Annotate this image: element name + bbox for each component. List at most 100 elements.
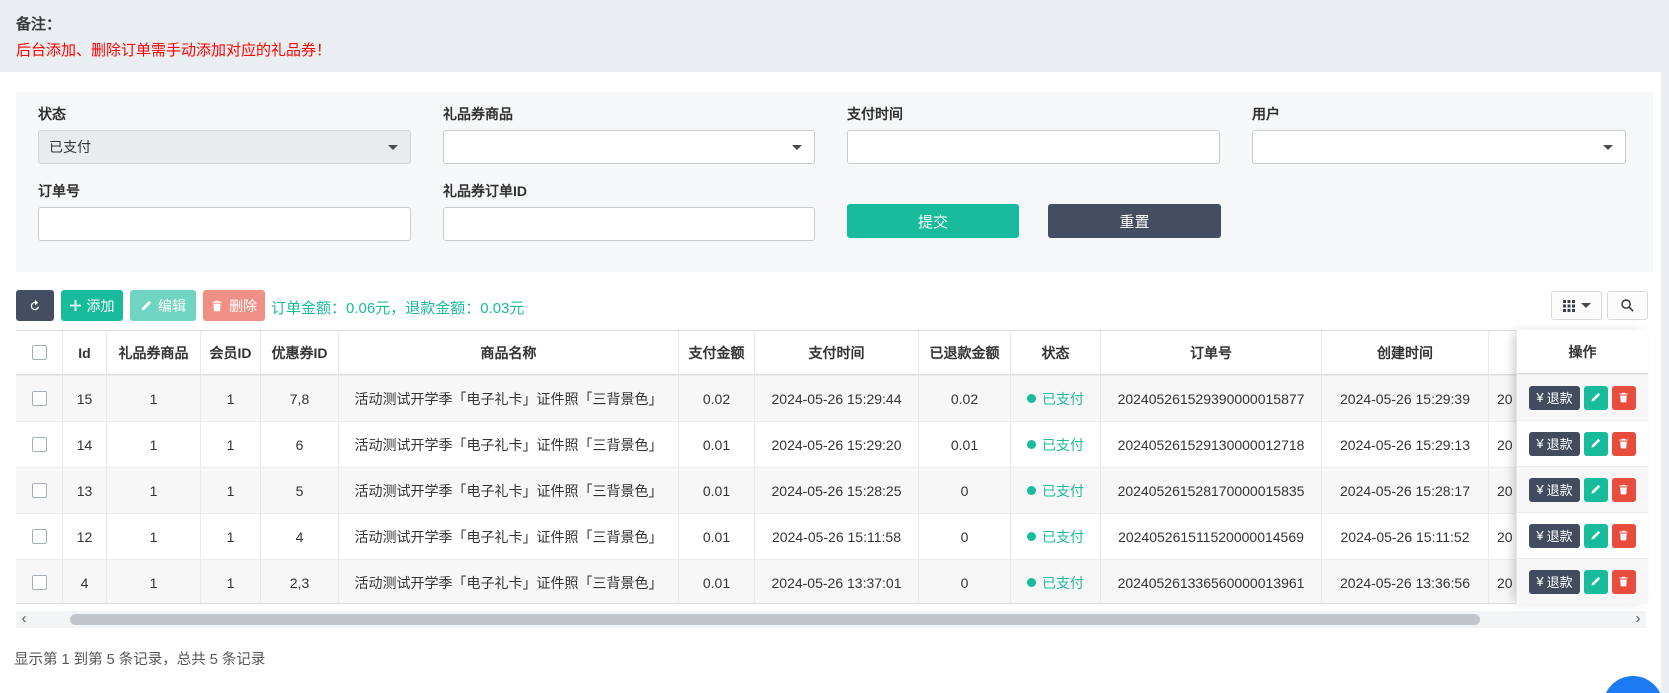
cell-product-name: 活动测试开学季「电子礼卡」证件照「三背景色」 <box>339 468 679 513</box>
row-checkbox[interactable] <box>32 391 47 406</box>
status-badge: 已支付 <box>1042 573 1084 593</box>
row-delete-button[interactable] <box>1612 524 1636 548</box>
refund-button[interactable]: ¥ 退款 <box>1529 524 1579 548</box>
row-checkbox-cell <box>16 468 63 513</box>
row-edit-button[interactable] <box>1584 432 1608 456</box>
trash-icon <box>1618 576 1629 587</box>
yen-icon: ¥ <box>1536 528 1543 543</box>
cell-pay-time: 2024-05-26 15:11:58 <box>755 514 919 559</box>
yen-icon: ¥ <box>1536 390 1543 405</box>
cell-pay-time: 2024-05-26 13:37:01 <box>755 560 919 604</box>
row-checkbox[interactable] <box>32 575 47 590</box>
pencil-icon <box>1590 576 1601 587</box>
row-checkbox[interactable] <box>32 483 47 498</box>
status-badge: 已支付 <box>1042 481 1084 501</box>
column-header-pay-time[interactable]: 支付时间 <box>755 331 919 374</box>
column-header-order-no[interactable]: 订单号 <box>1101 331 1322 374</box>
row-delete-button[interactable] <box>1612 570 1636 594</box>
trash-icon <box>211 300 223 312</box>
table-row[interactable]: 14 1 1 6 活动测试开学季「电子礼卡」证件照「三背景色」 0.01 202… <box>16 421 1646 467</box>
edit-button[interactable]: 编辑 <box>130 290 196 321</box>
status-select[interactable]: 已支付 <box>38 130 411 164</box>
chevron-down-icon <box>388 145 398 150</box>
cell-coupon-id: 2,3 <box>261 560 339 604</box>
refund-button-label: 退款 <box>1547 388 1573 407</box>
refresh-button[interactable] <box>16 290 54 321</box>
horizontal-scrollbar[interactable]: ‹ › <box>16 611 1646 628</box>
row-delete-button[interactable] <box>1612 386 1636 410</box>
order-no-input[interactable] <box>38 207 411 241</box>
row-checkbox-cell <box>16 514 63 559</box>
pay-time-input[interactable] <box>847 130 1220 164</box>
column-header-created[interactable]: 创建时间 <box>1322 331 1489 374</box>
column-header-amount[interactable]: 支付金额 <box>679 331 755 374</box>
row-edit-button[interactable] <box>1584 478 1608 502</box>
scroll-right-arrow[interactable]: › <box>1630 611 1646 628</box>
cell-order-no: 202405261528170000015835 <box>1101 468 1322 513</box>
cell-refunded: 0 <box>919 560 1011 604</box>
column-header-status[interactable]: 状态 <box>1011 331 1101 374</box>
refresh-icon <box>28 299 42 313</box>
table-row[interactable]: 15 1 1 7,8 活动测试开学季「电子礼卡」证件照「三背景色」 0.02 2… <box>16 375 1646 421</box>
refund-button[interactable]: ¥ 退款 <box>1529 386 1579 410</box>
reset-button[interactable]: 重置 <box>1048 204 1221 238</box>
row-delete-button[interactable] <box>1612 432 1636 456</box>
status-dot-icon <box>1027 440 1036 449</box>
cell-status: 已支付 <box>1011 560 1101 604</box>
cell-pay-time: 2024-05-26 15:29:20 <box>755 422 919 467</box>
pencil-icon <box>140 300 152 312</box>
order-no-label: 订单号 <box>38 181 80 201</box>
status-badge: 已支付 <box>1042 435 1084 455</box>
cell-product-id: 1 <box>107 376 201 421</box>
cell-product-id: 1 <box>107 468 201 513</box>
cell-id: 12 <box>63 514 107 559</box>
cell-amount: 0.01 <box>679 514 755 559</box>
ops-row: ¥ 退款 <box>1517 420 1648 466</box>
refund-button[interactable]: ¥ 退款 <box>1529 570 1579 594</box>
cell-product-name: 活动测试开学季「电子礼卡」证件照「三背景色」 <box>339 376 679 421</box>
select-all-checkbox[interactable] <box>32 345 47 360</box>
cell-product-id: 1 <box>107 422 201 467</box>
cell-product-id: 1 <box>107 514 201 559</box>
column-header-member[interactable]: 会员ID <box>201 331 261 374</box>
status-dot-icon <box>1027 532 1036 541</box>
cell-status: 已支付 <box>1011 376 1101 421</box>
row-edit-button[interactable] <box>1584 524 1608 548</box>
add-button[interactable]: 添加 <box>61 290 123 321</box>
delete-button[interactable]: 删除 <box>203 290 265 321</box>
column-header-name[interactable]: 商品名称 <box>339 331 679 374</box>
search-button[interactable] <box>1607 291 1648 320</box>
column-header-product[interactable]: 礼品券商品 <box>107 331 201 374</box>
column-header-ops: 操作 <box>1517 330 1648 374</box>
refund-button[interactable]: ¥ 退款 <box>1529 432 1579 456</box>
table-row[interactable]: 13 1 1 5 活动测试开学季「电子礼卡」证件照「三背景色」 0.01 202… <box>16 467 1646 513</box>
table-row[interactable]: 4 1 1 2,3 活动测试开学季「电子礼卡」证件照「三背景色」 0.01 20… <box>16 559 1646 604</box>
row-edit-button[interactable] <box>1584 570 1608 594</box>
gift-order-id-input[interactable] <box>443 207 815 241</box>
table-row[interactable]: 12 1 1 4 活动测试开学季「电子礼卡」证件照「三背景色」 0.01 202… <box>16 513 1646 559</box>
cell-pay-time: 2024-05-26 15:29:44 <box>755 376 919 421</box>
refund-button-label: 退款 <box>1547 480 1573 499</box>
yen-icon: ¥ <box>1536 436 1543 451</box>
row-edit-button[interactable] <box>1584 386 1608 410</box>
columns-toggle-button[interactable] <box>1551 291 1602 320</box>
column-header-coupon[interactable]: 优惠券ID <box>261 331 339 374</box>
column-header-id[interactable]: Id <box>63 331 107 374</box>
status-dot-icon <box>1027 394 1036 403</box>
scrollbar-thumb[interactable] <box>70 614 1480 625</box>
submit-button[interactable]: 提交 <box>847 204 1019 238</box>
row-checkbox[interactable] <box>32 529 47 544</box>
row-delete-button[interactable] <box>1612 478 1636 502</box>
product-select[interactable] <box>443 130 815 164</box>
cell-amount: 0.01 <box>679 468 755 513</box>
row-checkbox[interactable] <box>32 437 47 452</box>
scroll-left-arrow[interactable]: ‹ <box>16 611 32 628</box>
refund-button[interactable]: ¥ 退款 <box>1529 478 1579 502</box>
column-header-refunded[interactable]: 已退款金额 <box>919 331 1011 374</box>
pencil-icon <box>1590 530 1601 541</box>
chevron-down-icon <box>1603 145 1613 150</box>
user-select[interactable] <box>1252 130 1626 164</box>
trash-icon <box>1618 392 1629 403</box>
ops-row: ¥ 退款 <box>1517 374 1648 420</box>
trash-icon <box>1618 484 1629 495</box>
